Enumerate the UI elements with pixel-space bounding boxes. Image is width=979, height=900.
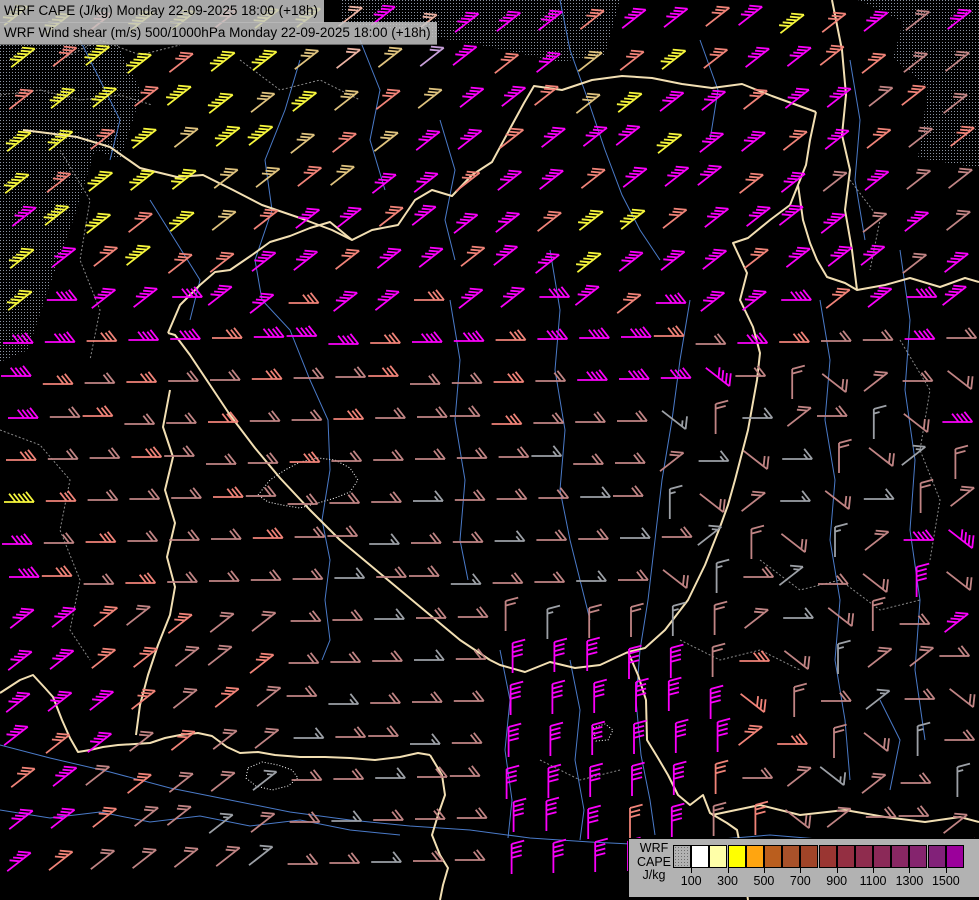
legend-tick-label: 300 <box>717 874 738 888</box>
legend-color-box <box>800 845 819 868</box>
legend-tick-label: 1100 <box>859 874 887 888</box>
legend-tick-mark <box>909 868 911 873</box>
legend-color-box <box>909 845 928 868</box>
legend-tick-label: 1300 <box>895 874 924 888</box>
cape-legend: WRF CAPE J/kg 100 300 500 700 900 1100 1300 150… <box>628 838 979 897</box>
legend-tick-mark <box>691 868 693 873</box>
legend-color-box <box>745 845 764 868</box>
legend-tick-mark <box>763 868 765 873</box>
legend-tick-label: 900 <box>826 874 848 888</box>
weather-map-viewport: WRF CAPE (J/kg) Monday 22-09-2025 18:00 … <box>0 0 979 900</box>
legend-tick-mark <box>873 868 875 873</box>
legend-tick-label: 700 <box>789 874 811 888</box>
legend-color-box <box>709 845 728 868</box>
legend-tick-mark <box>800 868 802 873</box>
legend-label: WRF CAPE J/kg <box>635 841 673 883</box>
legend-tick-label: 100 <box>680 874 702 888</box>
legend-tick-mark <box>945 868 947 873</box>
title-cape: WRF CAPE (J/kg) Monday 22-09-2025 18:00 … <box>0 0 325 23</box>
legend-color-box <box>673 845 691 868</box>
legend-label-line: WRF <box>639 841 669 855</box>
legend-color-box <box>873 845 892 868</box>
legend-color-box <box>763 845 782 868</box>
legend-label-line: J/kg <box>642 868 666 882</box>
legend-tick-mark <box>836 868 838 873</box>
legend-color-box <box>891 845 910 868</box>
legend-color-box <box>782 845 801 868</box>
legend-color-box <box>945 845 964 868</box>
title-wind-shear: WRF Wind shear (m/s) 500/1000hPa Monday … <box>0 22 437 45</box>
legend-tick-label: 500 <box>753 874 775 888</box>
legend-tick-label: 1500 <box>931 874 960 888</box>
legend-color-box <box>818 845 837 868</box>
legend-color-box <box>927 845 946 868</box>
map-svg <box>0 0 979 900</box>
legend-label-line: CAPE <box>636 854 672 869</box>
legend-color-box <box>836 845 855 868</box>
legend-color-box <box>854 845 873 868</box>
legend-tick-mark <box>727 868 729 873</box>
legend-color-box <box>727 845 746 868</box>
legend-color-box <box>691 845 710 868</box>
